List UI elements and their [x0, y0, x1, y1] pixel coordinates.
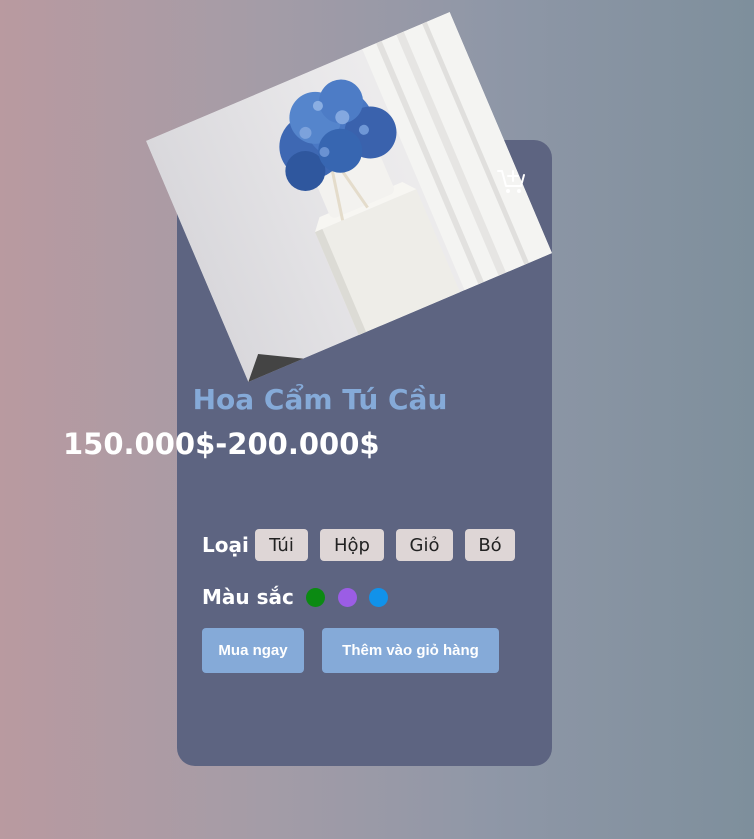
add-to-cart-icon[interactable]	[497, 167, 527, 195]
product-title: Hoa Cẩm Tú Cầu	[192, 383, 448, 416]
type-option-bo[interactable]: Bó	[465, 529, 515, 561]
color-swatch-green[interactable]	[306, 588, 325, 607]
type-option-hop[interactable]: Hộp	[320, 529, 384, 561]
color-swatch-blue[interactable]	[369, 588, 388, 607]
product-price: 150.000$-200.000$	[63, 427, 380, 461]
type-label: Loại	[202, 533, 249, 557]
color-label: Màu sắc	[202, 585, 294, 609]
type-option-tui[interactable]: Túi	[255, 529, 308, 561]
color-swatch-purple[interactable]	[338, 588, 357, 607]
buy-now-button[interactable]: Mua ngay	[202, 628, 304, 673]
add-to-cart-button[interactable]: Thêm vào giỏ hàng	[322, 628, 499, 673]
type-option-gio[interactable]: Giỏ	[396, 529, 453, 561]
